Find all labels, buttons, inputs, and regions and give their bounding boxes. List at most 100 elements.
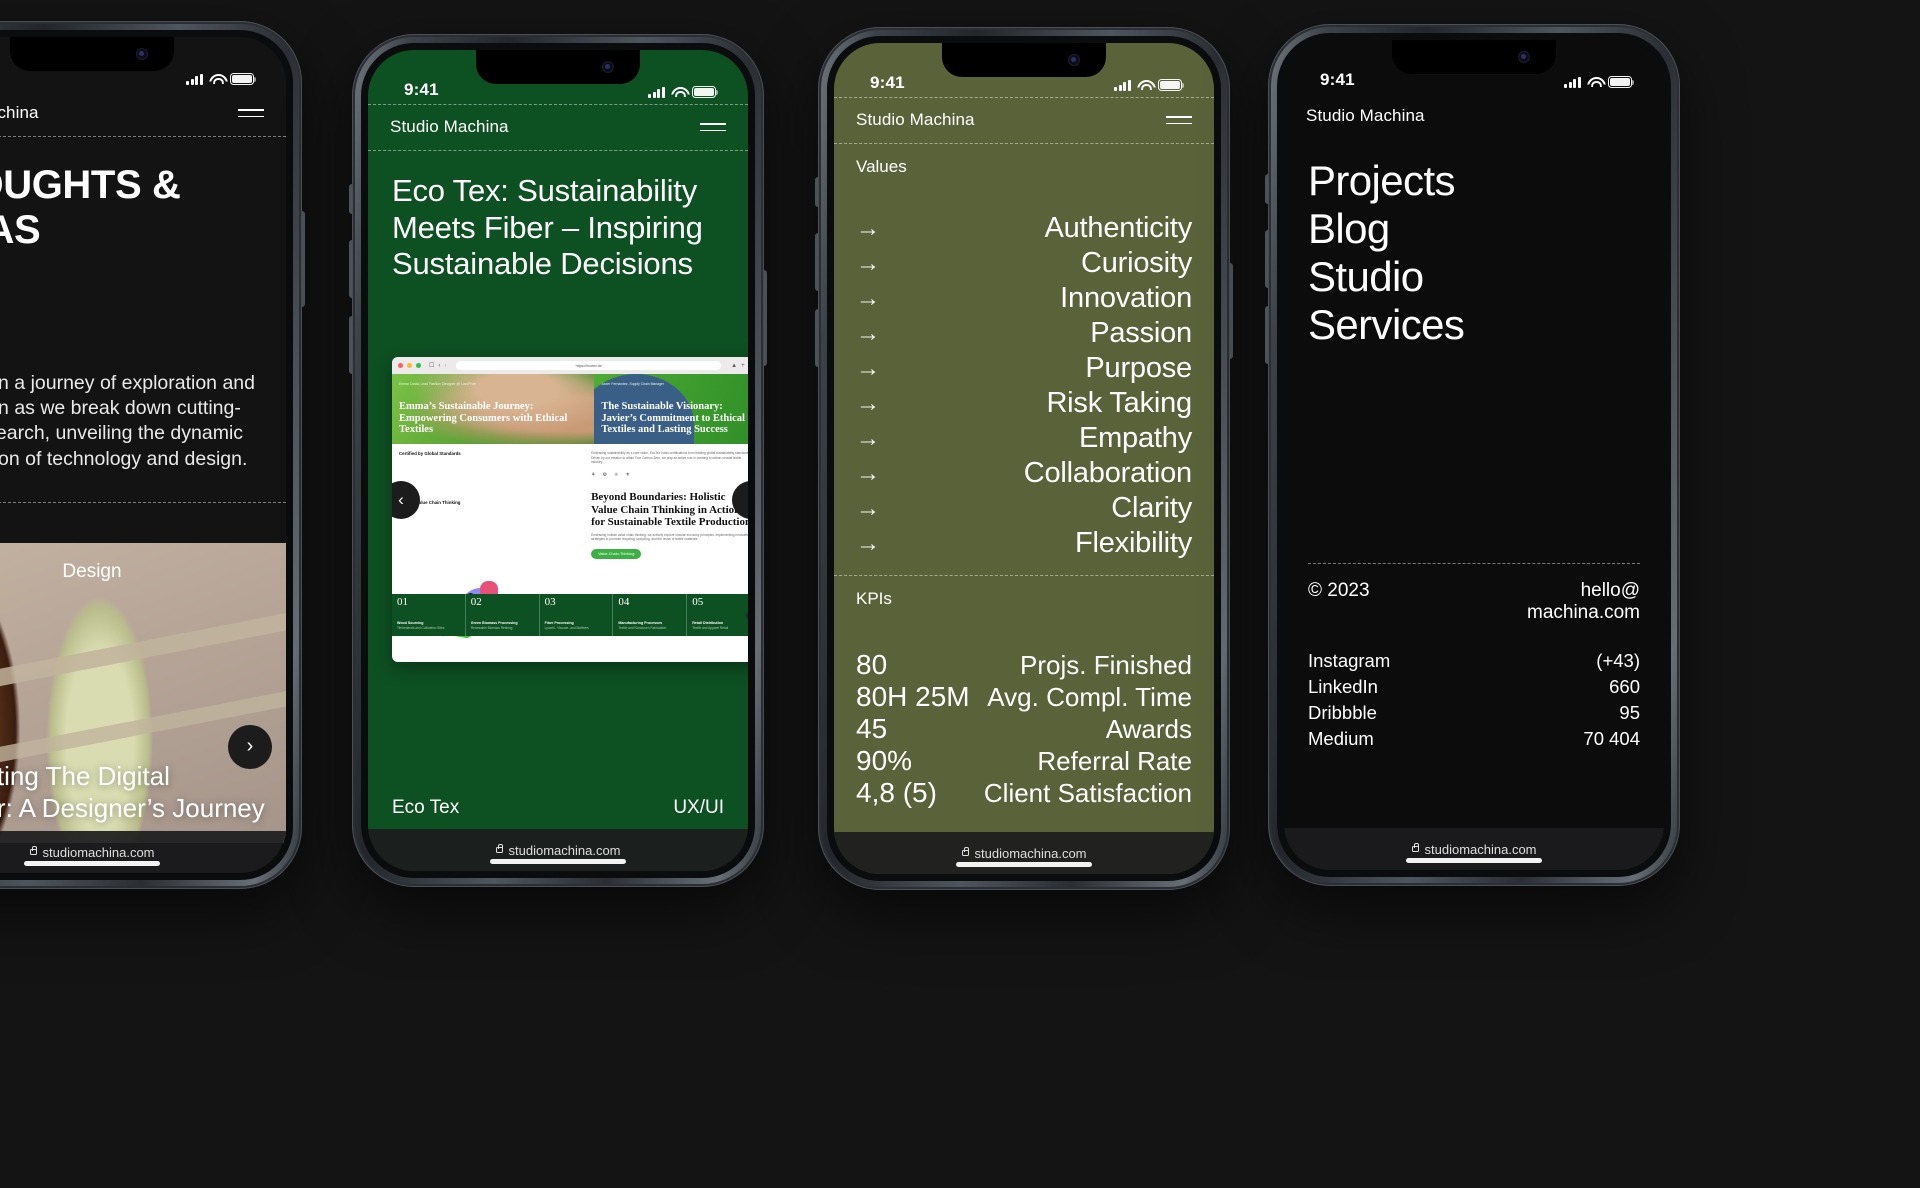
kpi-row: 45 Awards <box>834 713 1214 745</box>
kpi-label: Awards <box>1105 714 1192 744</box>
article-paragraph: Embracing holistic value chain thinking,… <box>591 532 748 542</box>
social-row[interactable]: Instagram (+43) <box>1284 648 1664 674</box>
step-sub: Textile and Nonwoven Fabrication <box>618 626 667 631</box>
value-row[interactable]: → Risk Taking <box>834 386 1214 421</box>
arrow-right-icon: → <box>856 249 880 277</box>
cellular-signal-icon <box>648 86 665 98</box>
hamburger-menu-icon[interactable] <box>1166 111 1192 129</box>
value-row[interactable]: → Empathy <box>834 421 1214 456</box>
badge-icon: ⚛ <box>614 471 619 478</box>
hero-right-title: The Sustainable Visionary: Javier’s Comm… <box>601 400 745 436</box>
url-text: studiomachina.com <box>508 842 621 858</box>
phone-notch <box>1392 40 1556 74</box>
status-time: 9:41 <box>404 80 439 99</box>
featured-article-card[interactable]: Design Navigating The Digital Frontier: … <box>0 542 286 843</box>
hero-left-kicker: Emma Costa, Lead Fashion Designer @ Luxo… <box>399 382 476 386</box>
social-row[interactable]: Dribbble 95 <box>1284 700 1664 726</box>
home-indicator[interactable] <box>956 862 1092 867</box>
menu-item-services[interactable]: Services <box>1284 301 1664 349</box>
value-row[interactable]: → Authenticity <box>834 211 1214 246</box>
kpi-value: 4,8 (5) <box>856 777 937 808</box>
cta-button[interactable]: Value-Chain-Thinking <box>591 549 642 560</box>
step-item: 03 Fiber Processing Lyocell-, Viscose- an… <box>538 594 613 637</box>
site-nav-bar: Studio Machina <box>368 105 748 150</box>
browser-url-bar[interactable]: studiomachina.com <box>0 831 286 873</box>
value-row[interactable]: → Innovation <box>834 281 1214 316</box>
card-category: Design <box>62 560 122 582</box>
browser-hero: Emma Costa, Lead Fashion Designer @ Luxo… <box>392 374 748 444</box>
step-sub: Renewable Biomass Refining <box>470 626 513 631</box>
arrow-right-icon: → <box>856 319 880 347</box>
main-menu: Projects Blog Studio Services <box>1284 157 1664 349</box>
browser-url-bar[interactable]: studiomachina.com <box>834 832 1214 874</box>
value-row[interactable]: → Collaboration <box>834 456 1214 491</box>
step-sub: Timberlands and Cultivation Sites <box>397 626 445 631</box>
front-camera-icon <box>602 61 614 73</box>
values-list: → Authenticity → Curiosity → Innovation → Passi… <box>834 211 1214 561</box>
step-item: 02 Green Biomass Processing Renewable Bio… <box>464 594 539 637</box>
cellular-signal-icon <box>1114 79 1131 91</box>
arrow-right-icon: → <box>856 284 880 312</box>
brand-title[interactable]: Studio Machina <box>856 110 975 130</box>
copyright: © 2023 <box>1308 580 1370 601</box>
step-sub: Textile and Apparel Retail <box>692 626 729 631</box>
step-item: 04 Manufacturing Processes Textile and No… <box>612 594 686 637</box>
left-caption-2: Holistic Value Chain Thinking <box>399 500 461 505</box>
values-section-label: Values <box>856 157 907 176</box>
arrow-right-icon: → <box>856 529 880 557</box>
home-indicator[interactable] <box>490 859 626 864</box>
status-time: 9:41 <box>1320 70 1355 89</box>
add-tab-icon: + <box>741 362 745 369</box>
page-intro-text: Join us on a journey of exploration and … <box>0 371 255 470</box>
kpi-row: 90% Referral Rate <box>834 745 1214 777</box>
brand-title[interactable]: Studio Machina <box>0 103 39 123</box>
social-row[interactable]: LinkedIn 660 <box>1284 674 1664 700</box>
lock-icon <box>1411 842 1419 852</box>
value-label: Passion <box>1090 317 1192 349</box>
card-next-button[interactable]: › <box>228 724 272 769</box>
browser-toolbar: ☐ ‹ › https://ecotex.de ▲ + ☐ <box>392 357 748 374</box>
hero-card-left: Emma Costa, Lead Fashion Designer @ Luxo… <box>392 374 595 444</box>
step-title: Wood Sourcing <box>397 621 424 626</box>
browser-url[interactable]: https://ecotex.de <box>456 361 722 370</box>
home-indicator[interactable] <box>24 861 160 866</box>
browser-url-bar[interactable]: studiomachina.com <box>1284 828 1664 870</box>
menu-item-projects[interactable]: Projects <box>1284 157 1664 205</box>
article-footer-left: Eco Tex <box>392 797 460 818</box>
value-row[interactable]: → Clarity <box>834 491 1214 526</box>
step-number: 04 <box>618 596 630 609</box>
battery-icon <box>230 73 256 85</box>
wifi-icon <box>209 74 224 85</box>
hamburger-menu-icon[interactable] <box>700 118 726 136</box>
step-arrow-icon[interactable]: → <box>745 611 748 621</box>
hamburger-menu-icon[interactable] <box>238 104 264 122</box>
illustration: 01 Wood Sourcing Timberlands and Cultivat… <box>392 562 748 639</box>
email-line-1[interactable]: hello@ <box>1527 580 1640 602</box>
kpi-label: Projs. Finished <box>1020 650 1192 680</box>
value-label: Authenticity <box>1044 212 1192 244</box>
value-row[interactable]: → Purpose <box>834 351 1214 386</box>
menu-item-blog[interactable]: Blog <box>1284 205 1664 253</box>
arrow-right-icon: → <box>856 494 880 522</box>
forward-icon: › <box>444 362 447 369</box>
badge-icon: ⚙ <box>602 471 608 478</box>
browser-screenshot-mock[interactable]: ☐ ‹ › https://ecotex.de ▲ + ☐ Emma Costa… <box>392 357 748 662</box>
value-row[interactable]: → Passion <box>834 316 1214 351</box>
step-title: Fiber Processing <box>544 621 574 626</box>
site-nav-bar: Studio Machina <box>834 98 1214 143</box>
email-line-2[interactable]: machina.com <box>1527 602 1640 624</box>
browser-url-bar[interactable]: studiomachina.com <box>368 829 748 871</box>
article-footer: Eco Tex UX/UI <box>368 797 748 819</box>
home-indicator[interactable] <box>1406 858 1542 863</box>
value-row[interactable]: → Flexibility <box>834 526 1214 561</box>
social-row[interactable]: Medium 70 404 <box>1284 726 1664 752</box>
menu-item-studio[interactable]: Studio <box>1284 253 1664 301</box>
brand-title[interactable]: Studio Machina <box>390 117 509 137</box>
lock-icon <box>495 843 503 853</box>
cellular-signal-icon <box>186 73 203 85</box>
value-label: Curiosity <box>1081 247 1192 279</box>
kpi-value: 90% <box>856 745 913 776</box>
value-row[interactable]: → Curiosity <box>834 246 1214 281</box>
front-camera-icon <box>1518 51 1530 63</box>
brand-title[interactable]: Studio Machina <box>1306 106 1425 126</box>
